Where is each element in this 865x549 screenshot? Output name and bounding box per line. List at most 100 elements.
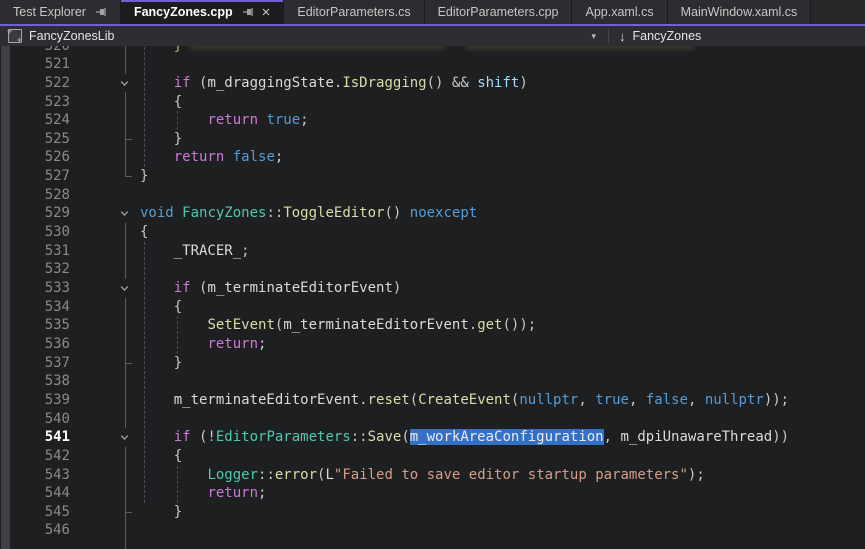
code-line[interactable]: 521 [0,55,865,74]
line-number[interactable]: 526 [0,148,70,167]
token: return [207,112,258,128]
line-number[interactable]: 536 [0,335,70,354]
line-number[interactable]: 530 [0,223,70,242]
tab-fancyzones-cpp[interactable]: FancyZones.cpp× [121,0,284,24]
member-dropdown[interactable]: ↓ FancyZones [609,26,865,46]
line-number[interactable]: 543 [0,466,70,485]
token: } [140,131,182,147]
line-number[interactable]: 540 [0,410,70,429]
code-line[interactable]: 524 return true; [0,111,865,130]
tab-test-explorer[interactable]: Test Explorer [0,0,121,24]
fold-outline [125,46,126,176]
tab-label: Test Explorer [13,5,86,19]
fold-outline-tick [125,512,132,513]
line-number[interactable]: 546 [0,521,70,540]
chevron-down-icon[interactable]: ▾ [591,31,596,42]
line-number[interactable]: 520 [0,46,70,55]
line-number[interactable]: 528 [0,186,70,205]
line-number[interactable]: 532 [0,260,70,279]
line-number[interactable]: 524 [0,111,70,130]
fold-outline [125,214,126,549]
code-line[interactable]: 532 [0,260,865,279]
code-text: return false; [140,148,283,167]
code-line[interactable]: 522 if (m_draggingState.IsDragging() && … [0,74,865,93]
code-line[interactable]: 541 if (!EditorParameters::Save(m_workAr… [0,428,865,447]
code-line[interactable]: 530{ [0,223,865,242]
code-line[interactable]: 539 m_terminateEditorEvent.reset(CreateE… [0,391,865,410]
code-line[interactable]: 538 [0,372,865,391]
code-line[interactable]: 542 { [0,447,865,466]
code-line[interactable]: 534 { [0,298,865,317]
code-line[interactable]: 543 Logger::error(L"Failed to save edito… [0,466,865,485]
token: SetEvent [207,317,274,333]
line-number[interactable]: 531 [0,242,70,261]
line-number[interactable]: 545 [0,503,70,522]
code-line[interactable]: 544 return; [0,484,865,503]
token: ToggleEditor [283,205,384,221]
code-text: if (m_draggingState.IsDragging() && shif… [140,74,528,93]
code-line[interactable]: 531 _TRACER_; [0,242,865,261]
code-line[interactable]: 546 [0,521,865,540]
project-dropdown[interactable]: + + FancyZonesLib ▾ [0,26,608,46]
fold-chevron-icon[interactable] [116,74,133,93]
tab-app-xaml-cs[interactable]: App.xaml.cs [572,0,667,24]
line-number[interactable]: 541 [0,428,70,447]
line-number[interactable]: 522 [0,74,70,93]
token: :: [266,205,283,221]
fold-outline-tick [125,139,132,140]
token: ; [300,112,308,128]
fold-chevron-icon[interactable] [116,428,133,447]
token: :: [258,467,275,483]
pin-icon[interactable] [95,6,107,18]
code-line[interactable]: 535 SetEvent(m_terminateEditorEvent.get(… [0,316,865,335]
token: ( [410,392,418,408]
code-line[interactable]: 528 [0,186,865,205]
code-line[interactable]: 529void FancyZones::ToggleEditor() noexc… [0,204,865,223]
tab-editorparameters-cs[interactable]: EditorParameters.cs [284,0,424,24]
indent-guide [177,316,178,353]
close-icon[interactable]: × [262,5,271,20]
code-line[interactable]: 536 return; [0,335,865,354]
tab-editorparameters-cpp[interactable]: EditorParameters.cpp [425,0,573,24]
line-number[interactable]: 538 [0,372,70,391]
token: ) [519,75,527,91]
code-editor[interactable]: 520 } 521522 if (m_draggingState.IsDraggi… [0,46,865,549]
code-line[interactable]: 533 if (m_terminateEditorEvent) [0,279,865,298]
token: error [275,467,317,483]
token: { [140,94,182,110]
line-number[interactable]: 527 [0,167,70,186]
navigation-bar: + + FancyZonesLib ▾ ↓ FancyZones [0,26,865,46]
line-number[interactable]: 544 [0,484,70,503]
code-line[interactable]: 523 { [0,93,865,112]
code-text: { [140,93,182,112]
line-number[interactable]: 529 [0,204,70,223]
line-number[interactable]: 535 [0,316,70,335]
line-number[interactable]: 523 [0,93,70,112]
token: ( [191,280,208,296]
token: } [140,46,182,54]
line-number[interactable]: 537 [0,354,70,373]
token: } [140,355,182,371]
token: false [233,149,275,165]
token: Save [368,429,402,445]
line-number[interactable]: 534 [0,298,70,317]
line-number[interactable]: 521 [0,55,70,74]
token: :: [351,429,368,445]
token [140,149,174,165]
fold-chevron-icon[interactable] [116,204,133,223]
pin-icon[interactable] [242,6,254,18]
token [140,243,174,259]
fold-chevron-icon[interactable] [116,279,133,298]
code-line[interactable]: 526 return false; [0,148,865,167]
line-number[interactable]: 525 [0,130,70,149]
token [140,392,174,408]
tab-mainwindow-xaml-cs[interactable]: MainWindow.xaml.cs [668,0,812,24]
line-number[interactable]: 542 [0,447,70,466]
member-name: FancyZones [633,29,702,43]
code-text: if (m_terminateEditorEvent) [140,279,401,298]
selected-text: m_workAreaConfiguration [410,429,604,445]
token [140,429,174,445]
line-number[interactable]: 533 [0,279,70,298]
line-number[interactable]: 539 [0,391,70,410]
code-line[interactable]: 540 [0,410,865,429]
